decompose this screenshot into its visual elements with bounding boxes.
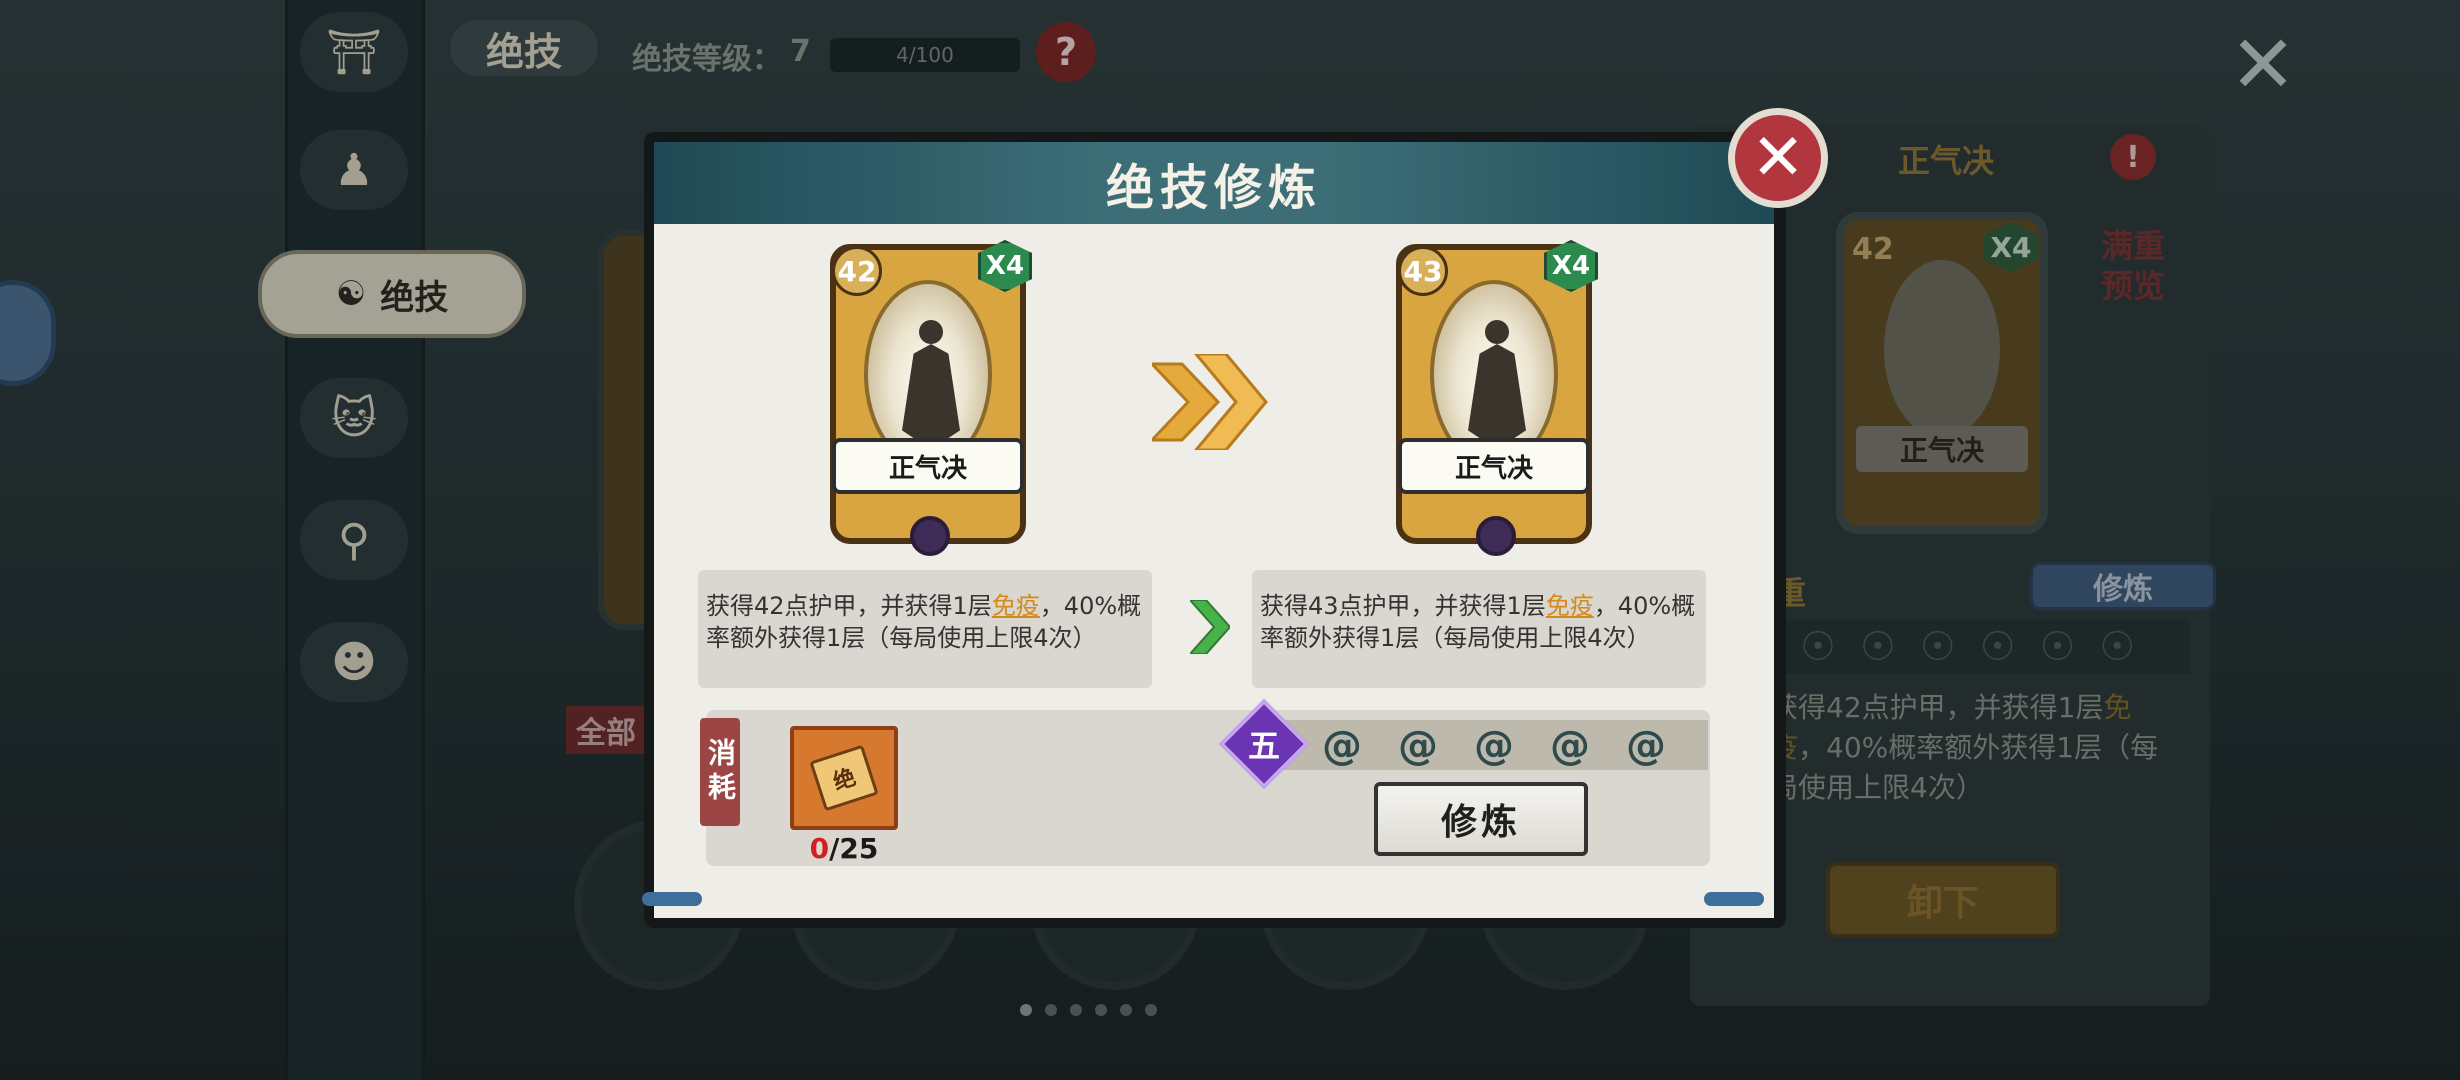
current-description: 获得42点护甲，并获得1层免疫，40%概率额外获得1层（每局使用上限4次） bbox=[698, 570, 1152, 688]
material-item[interactable]: 绝 bbox=[790, 726, 898, 830]
status-keyword[interactable]: 免疫 bbox=[992, 592, 1040, 620]
close-icon[interactable]: ✕ bbox=[1728, 108, 1828, 208]
swirl-icon: @ bbox=[1322, 723, 1362, 769]
modal-title: 绝技修炼 bbox=[1105, 160, 1322, 216]
card-level: 43 bbox=[1398, 246, 1448, 296]
next-skill-card: 43 X4 正气决 bbox=[1396, 240, 1598, 556]
meditating-figure-icon bbox=[1468, 320, 1526, 440]
card-level: 42 bbox=[832, 246, 882, 296]
stage-badge-label: 五 bbox=[1247, 727, 1280, 765]
card-name: 正气决 bbox=[832, 438, 1024, 494]
modal-header: 绝技修炼 bbox=[654, 142, 1774, 224]
game-screen: ⛩ ♟ ☯ 绝技 🐱 ⚲ ☻ 绝技 绝技等级： 7 4/100 ? ✕ 全部 正… bbox=[0, 0, 2460, 1080]
cost-label: 消耗 bbox=[700, 718, 740, 826]
material-count: 0/25 bbox=[809, 832, 879, 865]
swirl-icon: @ bbox=[1550, 723, 1590, 769]
corner-ornament bbox=[1704, 892, 1764, 906]
upgrade-arrow-icon bbox=[1152, 354, 1268, 450]
card-gem-icon bbox=[910, 516, 950, 556]
card-gem-icon bbox=[1476, 516, 1516, 556]
train-button[interactable]: 修炼 bbox=[1374, 782, 1588, 856]
corner-ornament bbox=[642, 892, 702, 906]
card-name: 正气决 bbox=[1398, 438, 1590, 494]
swirl-icon: @ bbox=[1398, 723, 1438, 769]
status-keyword[interactable]: 免疫 bbox=[1546, 592, 1594, 620]
chevron-right-icon bbox=[1190, 600, 1230, 654]
swirl-icon: @ bbox=[1626, 723, 1666, 769]
current-skill-card: 42 X4 正气决 bbox=[830, 240, 1032, 556]
next-description: 获得43点护甲，并获得1层免疫，40%概率额外获得1层（每局使用上限4次） bbox=[1252, 570, 1706, 688]
meditating-figure-icon bbox=[902, 320, 960, 440]
skill-scroll-icon: 绝 bbox=[809, 744, 879, 812]
swirl-icon: @ bbox=[1474, 723, 1514, 769]
